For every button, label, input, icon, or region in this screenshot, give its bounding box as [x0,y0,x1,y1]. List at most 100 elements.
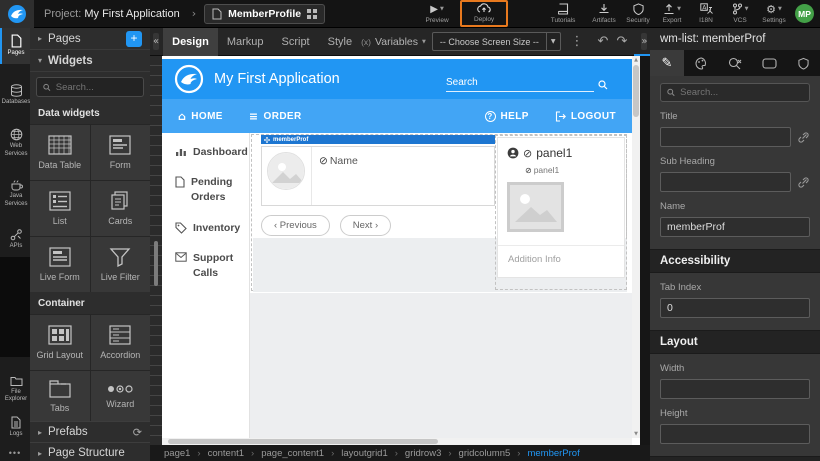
canvas-vertical-scrollbar-thumb[interactable] [154,241,158,286]
nav-logout[interactable]: LOGOUT [555,111,616,122]
tab-markup[interactable]: Markup [218,28,273,56]
widget-tile-grid-layout[interactable]: Grid Layout [30,315,90,370]
next-button[interactable]: Next › [340,215,391,236]
app-header[interactable]: My First Application Search [162,59,632,99]
deploy-button[interactable]: Deploy [467,3,501,23]
breadcrumb-item[interactable]: content1 [208,448,262,459]
panel1-widget[interactable]: ⊘ panel1 ⊘ panel1 [495,135,627,290]
menu-item-inventory[interactable]: Inventory [175,221,249,236]
user-avatar[interactable]: MP [795,4,814,23]
chevron-down-icon[interactable]: ▼ [778,6,782,12]
breadcrumb-item[interactable]: gridrow3 [405,448,459,459]
search-icon[interactable] [598,80,608,90]
rail-overflow-menu[interactable]: ••• [0,444,30,461]
memberprof-list-widget[interactable]: memberProf [251,134,627,291]
scrollbar-thumb[interactable] [168,439,438,444]
scrollbar-thumb[interactable] [633,65,639,117]
grid-view-icon[interactable] [307,9,317,19]
rail-item-java-services[interactable]: Java Services [0,172,30,214]
chevron-down-icon[interactable]: ▼ [745,6,749,12]
rail-item-pages[interactable]: Pages [0,28,30,64]
widget-tile-data-table[interactable]: Data Table [30,125,90,180]
design-canvas[interactable]: My First Application Search ⌂ HOME ≡ [162,56,640,445]
rail-item-databases[interactable]: Databases [0,78,30,113]
page-tab-memberprofile[interactable]: MemberProfile [204,4,325,24]
scroll-down-arrow[interactable]: ▼ [632,430,640,438]
wavemaker-logo[interactable] [0,0,34,28]
canvas-horizontal-scrollbar[interactable] [162,438,632,445]
screen-size-select[interactable]: -- Choose Screen Size -- ▼ [432,32,561,51]
i18n-button[interactable]: A I18N [689,3,723,24]
collapse-right-panel-button[interactable]: » [641,33,647,50]
tab-properties[interactable]: ✎ [650,50,684,76]
tab-styles[interactable] [684,50,718,76]
kebab-menu-icon[interactable]: ⋮ [567,34,588,49]
tab-security[interactable] [786,50,820,76]
tab-script[interactable]: Script [273,28,319,56]
collapse-left-panel-button[interactable]: « [153,33,159,50]
tab-events[interactable] [718,50,752,76]
list-item[interactable]: ⊘ Name [261,146,495,206]
bind-link-icon[interactable] [797,131,810,144]
vcs-button[interactable]: ▼ VCS [723,3,757,24]
preview-button[interactable]: ▶ ▼ Preview [420,4,454,24]
tab-device[interactable] [752,50,786,76]
chevron-down-icon[interactable]: ▼ [440,6,444,12]
nav-help[interactable]: ? HELP [485,111,529,122]
page-structure-accordion-header[interactable]: ▸ Page Structure [30,442,150,461]
artifacts-button[interactable]: Artifacts [587,3,621,24]
widget-tile-live-filter[interactable]: Live Filter [91,237,151,292]
widget-tile-cards[interactable]: Cards [91,181,151,236]
menu-item-support-calls[interactable]: Support Calls [175,251,249,281]
width-input[interactable] [660,379,810,399]
breadcrumb-item[interactable]: page1 [164,448,208,459]
rail-item-logs[interactable]: Logs [0,410,30,445]
widget-tile-list[interactable]: List [30,181,90,236]
settings-button[interactable]: ⚙ ▼ Settings [757,4,791,24]
subheading-input[interactable] [660,172,791,192]
properties-search-input[interactable] [680,87,803,98]
title-input[interactable] [660,127,791,147]
widgets-accordion-header[interactable]: ▾ Widgets [30,50,150,72]
add-page-button[interactable]: + [126,31,142,47]
list-widget-title-bar[interactable]: memberProf [261,135,495,144]
height-input[interactable] [660,424,810,444]
app-search[interactable]: Search [446,77,608,92]
properties-search[interactable] [660,83,810,102]
rail-item-apis[interactable]: APIs [0,222,30,257]
rail-item-web-services[interactable]: Web Services [0,122,30,164]
previous-button[interactable]: ‹ Previous [261,215,330,236]
menu-item-pending-orders[interactable]: Pending Orders [175,175,249,205]
widget-search[interactable] [36,77,144,97]
tab-index-input[interactable] [660,298,810,318]
breadcrumb-item-active[interactable]: memberProf [527,448,579,459]
bind-link-icon[interactable] [797,176,810,189]
rail-item-file-explorer[interactable]: File Explorer [0,369,30,410]
prefabs-accordion-header[interactable]: ▸ Prefabs ⟳ [30,421,150,442]
widget-tile-live-form[interactable]: Live Form [30,237,90,292]
panel1-image-placeholder[interactable] [507,182,564,232]
widget-search-input[interactable] [56,82,137,93]
widget-tile-accordion[interactable]: Accordion [91,315,151,370]
export-button[interactable]: ▼ Export [655,3,689,24]
menu-item-dashboard[interactable]: Dashboard [175,145,249,160]
breadcrumb-item[interactable]: layoutgrid1 [341,448,405,459]
canvas-vertical-scrollbar[interactable]: ▲ ▼ [632,56,640,438]
nav-home[interactable]: ⌂ HOME [178,110,223,123]
tab-design[interactable]: Design [163,28,218,56]
breadcrumb-item[interactable]: page_content1 [261,448,341,459]
refresh-icon[interactable]: ⟳ [133,426,142,439]
move-icon[interactable] [264,137,270,143]
panel1-header[interactable]: ⊘ panel1 [507,146,572,160]
nav-order[interactable]: ≡ ORDER [249,110,302,123]
panel1-subheader[interactable]: ⊘ panel1 [525,165,559,175]
tab-style[interactable]: Style [319,28,361,56]
scroll-up-arrow[interactable]: ▲ [632,56,640,64]
widget-tile-tabs[interactable]: Tabs [30,371,90,421]
tutorials-button[interactable]: Tutorials [546,3,580,24]
widget-tile-form[interactable]: Form [91,125,151,180]
pages-accordion-header[interactable]: ▸ Pages + [30,28,150,50]
name-input[interactable] [660,217,810,237]
variables-menu[interactable]: (x) Variables ▼ [361,36,426,48]
undo-icon[interactable]: ↶ [594,34,613,49]
